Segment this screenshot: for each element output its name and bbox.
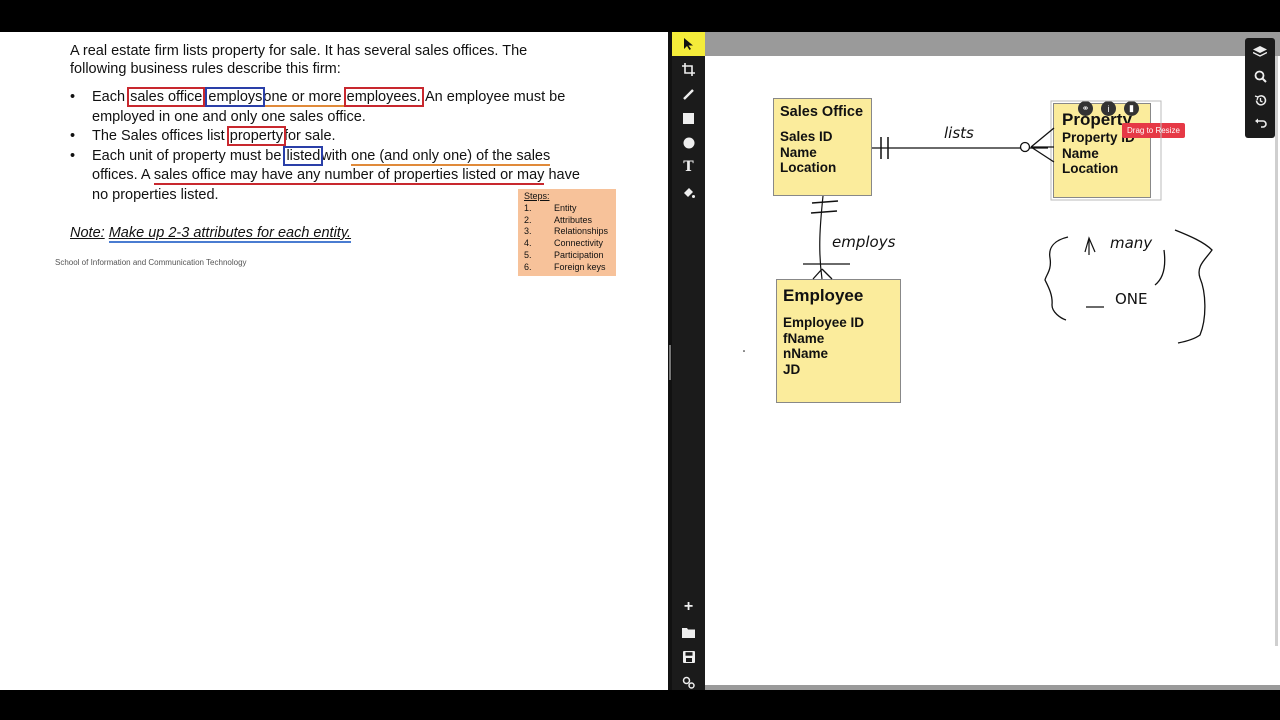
step-item: 3. Relationships [522,226,612,238]
info-icon[interactable]: i [1101,101,1116,116]
rule-text: one (and only one) of the sales [351,147,551,166]
relationship-highlight: listed [283,145,324,166]
entity-attribute: Location [1062,161,1119,176]
entity-attribute: Name [1062,145,1099,161]
link-icon[interactable]: ⚭ [1078,101,1093,116]
fill-icon[interactable] [672,180,705,204]
annotation-one: ONE [1115,290,1148,308]
relationship-highlight: employs [205,87,266,107]
canvas-footer [705,685,1280,690]
step-item: 4. Connectivity [522,238,612,250]
annotation-many: many [1110,234,1153,252]
step-item: 2. Attributes [522,215,612,227]
step-num: 5. [524,249,532,260]
rule-text: The Sales offices list [92,128,229,144]
rule-item: Each sales office employsone or more emp… [70,87,590,127]
entity-highlight: property [226,126,286,146]
entity-highlight: sales office [127,87,206,107]
entity-attribute: fName [783,330,825,346]
rule-item: Each unit of property must be listedwith… [70,145,590,206]
save-icon[interactable] [672,645,705,669]
relationship-label-lists: lists [944,124,974,142]
document-pane: A real estate firm lists property for sa… [0,32,668,690]
intro-paragraph: A real estate firm lists property for sa… [70,43,528,77]
step-label: Connectivity [554,238,604,249]
drawing-toolbar: T + [672,32,705,690]
rule-text: with [321,147,352,164]
crop-icon[interactable] [672,57,705,81]
vertical-scrollbar[interactable] [1275,56,1278,646]
steps-title: Steps: [524,191,550,201]
step-label: Participation [554,249,604,260]
step-item: 1. Entity [522,203,612,215]
rule-text: Each unit of property must be [92,147,286,164]
divider-grip[interactable] [669,345,671,380]
entity-property[interactable]: Property Property ID Name Location [1053,103,1151,198]
rule-text: sales office may have any number of prop… [153,167,545,185]
rule-text: offices. A [92,167,154,183]
text-icon[interactable]: T [672,155,705,179]
rule-text: Each [92,89,130,105]
entity-attribute: Name [780,144,817,160]
step-label: Attributes [554,214,593,225]
entity-attribute: nName [783,346,829,361]
pen-icon[interactable] [672,82,705,106]
entity-attribute: Location [780,160,837,175]
right-toolbar [1245,38,1275,138]
entity-sales-office[interactable]: Sales Office Sales ID Name Location [773,98,872,196]
step-item: 5. Participation [522,250,612,262]
trash-icon[interactable]: ▮ [1124,101,1139,116]
step-num: 2. [524,214,532,225]
note: Note: Make up 2-3 attributes for each en… [70,225,352,243]
step-num: 6. [524,261,532,272]
entity-highlight: employees. [343,87,424,107]
rule-text: one or more [263,89,346,107]
entity-employee[interactable]: Employee Employee ID fName nName JD [776,279,901,403]
step-label: Entity [554,202,577,213]
step-num: 1. [524,202,532,213]
step-label: Foreign keys [554,261,606,272]
business-rules-list: Each sales office employsone or more emp… [70,87,590,206]
undo-icon[interactable] [1245,112,1275,136]
relationship-label-employs: employs [832,233,896,251]
square-icon[interactable] [672,106,705,130]
footer-text: School of Information and Communication … [55,258,247,267]
search-icon[interactable] [1245,64,1275,88]
entity-title: Sales Office [780,104,864,120]
history-icon[interactable] [1245,88,1275,112]
step-item: 6. Foreign keys [522,262,612,274]
step-num: 4. [524,238,532,249]
settings-icon[interactable] [672,670,705,694]
step-label: Relationships [554,226,609,237]
circle-icon[interactable] [672,131,705,155]
entity-attribute: Sales ID [780,129,833,144]
plus-icon[interactable]: + [672,595,705,619]
entity-title: Employee [783,286,864,305]
canvas-header [705,32,1280,56]
entity-attribute: JD [783,361,801,377]
select-arrow-icon[interactable] [672,32,705,56]
note-label: Note: [70,225,105,241]
step-num: 3. [524,226,532,237]
rule-text: for sale. [283,128,336,144]
drag-resize-tooltip: Drag to Resize [1122,123,1185,138]
rule-item: The Sales offices list propertyfor sale. [70,126,590,147]
entity-attribute: Employee ID [783,315,865,330]
layers-icon[interactable] [1245,40,1275,64]
folder-icon[interactable] [672,620,705,644]
steps-box: Steps: 1. Entity 2. Attributes 3. Relations… [518,189,616,276]
note-text: Make up 2-3 attributes for each entity. [108,225,352,243]
